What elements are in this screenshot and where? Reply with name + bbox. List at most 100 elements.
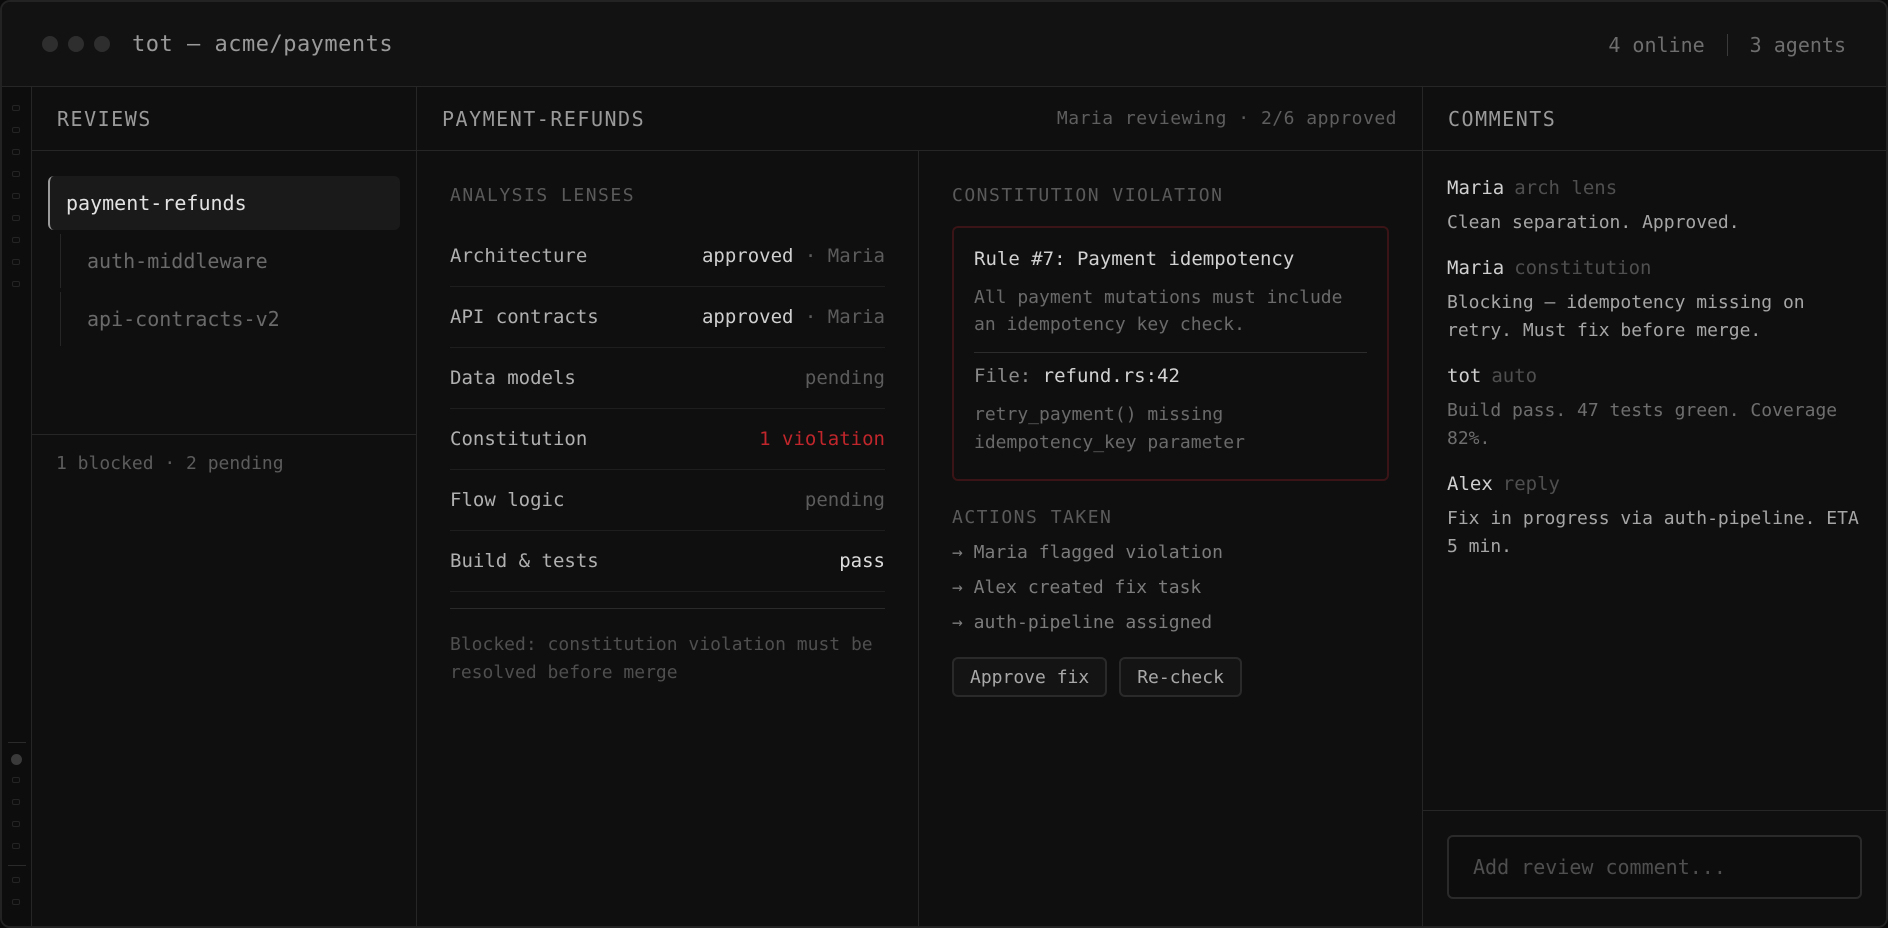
rail-divider: [8, 742, 26, 743]
lens-status: approved · Maria: [702, 306, 885, 328]
review-item-auth-middleware[interactable]: auth-middleware: [60, 234, 400, 288]
lens-status-value: pending: [804, 489, 885, 511]
lens-row-api-contracts[interactable]: API contracts approved · Maria: [450, 287, 885, 348]
violation-section: CONSTITUTION VIOLATION Rule #7: Payment …: [919, 151, 1422, 926]
comment-tag: constitution: [1514, 257, 1652, 279]
action-item: → auth-pipeline assigned: [952, 612, 1213, 633]
comment-author: Alex: [1447, 473, 1493, 495]
rail-icon[interactable]: [12, 105, 20, 111]
action-buttons: Approve fix Re-check: [952, 657, 1389, 697]
rail-icon[interactable]: [12, 215, 20, 221]
actions-title: ACTIONS TAKEN: [952, 507, 1113, 528]
violation-detail: retry_payment() missing idempotency_key …: [974, 404, 1245, 453]
blocked-note: Blocked: constitution violation must be …: [450, 634, 873, 683]
lens-row-data-models[interactable]: Data models pending: [450, 348, 885, 409]
lens-status-value: pending: [804, 367, 885, 389]
comment-author: Maria: [1447, 257, 1505, 279]
comment-body: Fix in progress via auth-pipeline. ETA 5…: [1447, 508, 1859, 557]
lens-name: Flow logic: [450, 489, 565, 511]
comment-composer: [1423, 810, 1886, 926]
divider: [450, 608, 885, 609]
approve-fix-button[interactable]: Approve fix: [952, 657, 1108, 697]
lens-row-constitution[interactable]: Constitution 1 violation: [450, 409, 885, 470]
close-window-button[interactable]: [42, 36, 58, 52]
lens-violation-badge: 1 violation: [759, 428, 885, 450]
review-status: Maria reviewing · 2/6 approved: [1056, 108, 1397, 129]
comment: Maria constitution Blocking — idempotency…: [1447, 257, 1862, 345]
reviews-summary: 1 blocked · 2 pending: [56, 453, 284, 474]
violation-title: CONSTITUTION VIOLATION: [952, 185, 1224, 206]
rule-title: Rule #7: Payment idempotency: [974, 248, 1295, 270]
comment-tag: reply: [1502, 473, 1560, 495]
comment-body: Clean separation. Approved.: [1447, 212, 1740, 233]
comment-tag: arch lens: [1514, 177, 1618, 199]
lens-status-value: approved: [701, 306, 794, 328]
comment-list: Maria arch lens Clean separation. Approve…: [1423, 151, 1886, 561]
rail-icon[interactable]: [12, 281, 20, 287]
lens-row-build-tests[interactable]: Build & tests pass: [450, 531, 885, 592]
reviews-heading: REVIEWS: [32, 87, 416, 151]
action-item: → Alex created fix task: [952, 577, 1202, 598]
lens-row-architecture[interactable]: Architecture approved · Maria: [450, 226, 885, 287]
comment: Maria arch lens Clean separation. Approve…: [1447, 177, 1862, 237]
comment-body: Blocking — idempotency missing on retry.…: [1447, 292, 1805, 341]
reviews-panel: REVIEWS payment-refunds auth-middleware …: [32, 87, 417, 926]
comment-author: tot: [1447, 365, 1482, 387]
agents-count: 3 agents: [1749, 32, 1846, 57]
window-controls: [42, 36, 110, 52]
rail-icon[interactable]: [12, 843, 20, 849]
lens-name: Constitution: [450, 428, 588, 450]
check-icon[interactable]: [12, 799, 20, 805]
lens-reviewer: · Maria: [793, 245, 885, 267]
app-window: tot — acme/payments 4 online 3 agents RE…: [0, 0, 1888, 928]
file-reference: File: refund.rs:42: [974, 365, 1367, 387]
window-title: tot — acme/payments: [132, 31, 394, 57]
recheck-button[interactable]: Re-check: [1119, 657, 1242, 697]
maximize-window-button[interactable]: [94, 36, 110, 52]
lens-name: API contracts: [450, 306, 599, 328]
review-detail-panel: PAYMENT-REFUNDS Maria reviewing · 2/6 ap…: [417, 87, 1423, 926]
comment-tag: auto: [1491, 365, 1538, 387]
title-bar: tot — acme/payments 4 online 3 agents: [2, 2, 1886, 87]
comment-input[interactable]: [1447, 835, 1862, 899]
comments-heading: COMMENTS: [1423, 87, 1886, 151]
comment-body: Build pass. 47 tests green. Coverage 82%…: [1447, 400, 1838, 449]
file-label: File:: [974, 365, 1043, 387]
rail-icon[interactable]: [12, 171, 20, 177]
review-item-api-contracts-v2[interactable]: api-contracts-v2: [60, 292, 400, 346]
violation-card: Rule #7: Payment idempotency All payment…: [952, 226, 1389, 481]
comment: Alex reply Fix in progress via auth-pipel…: [1447, 473, 1862, 561]
lens-status-value: approved: [701, 245, 794, 267]
lens-status-value: pass: [839, 550, 885, 572]
review-title: PAYMENT-REFUNDS: [442, 106, 646, 131]
minimize-window-button[interactable]: [68, 36, 84, 52]
comment-author: Maria: [1447, 177, 1505, 199]
comment: tot auto Build pass. 47 tests green. Cove…: [1447, 365, 1862, 453]
rail-icon[interactable]: [12, 237, 20, 243]
action-item: → Maria flagged violation: [952, 542, 1223, 563]
user-status-icon[interactable]: [11, 754, 22, 765]
lens-name: Architecture: [450, 245, 588, 267]
activity-rail: [2, 87, 32, 926]
online-count: 4 online: [1608, 32, 1705, 57]
lens-name: Data models: [450, 367, 576, 389]
rail-icon[interactable]: [12, 193, 20, 199]
rule-description: All payment mutations must include an id…: [974, 287, 1343, 335]
file-link[interactable]: refund.rs:42: [1043, 365, 1180, 387]
review-item-payment-refunds[interactable]: payment-refunds: [48, 176, 400, 230]
rail-icon[interactable]: [12, 127, 20, 133]
presence-status: 4 online 3 agents: [1608, 2, 1846, 87]
rail-icon[interactable]: [12, 149, 20, 155]
lens-reviewer: · Maria: [793, 306, 885, 328]
rail-icon[interactable]: [12, 821, 20, 827]
settings-icon[interactable]: [12, 899, 20, 905]
rail-icon[interactable]: [12, 777, 20, 783]
lenses-title: ANALYSIS LENSES: [450, 185, 636, 206]
rail-divider: [8, 865, 26, 866]
rail-icon[interactable]: [12, 877, 20, 883]
comments-panel: COMMENTS Maria arch lens Clean separation…: [1423, 87, 1886, 926]
analysis-lenses: ANALYSIS LENSES Architecture approved · …: [417, 151, 919, 926]
rail-icon[interactable]: [12, 259, 20, 265]
lens-row-flow-logic[interactable]: Flow logic pending: [450, 470, 885, 531]
review-list: payment-refunds auth-middleware api-cont…: [32, 151, 416, 435]
